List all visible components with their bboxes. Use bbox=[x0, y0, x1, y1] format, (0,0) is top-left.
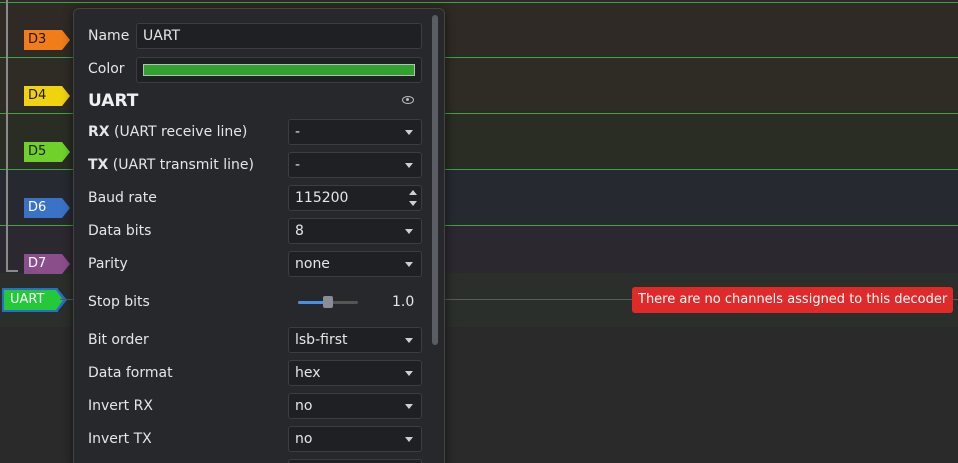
invert-tx-value: no bbox=[295, 431, 313, 447]
tx-select[interactable]: - bbox=[288, 152, 422, 178]
data-bits-label: Data bits bbox=[88, 223, 152, 239]
rx-select-value: - bbox=[295, 124, 301, 140]
data-format-select[interactable]: hex bbox=[288, 360, 422, 386]
invert-tx-label: Invert TX bbox=[88, 431, 152, 447]
channel-tag-label: D5 bbox=[28, 144, 47, 159]
tag-arrow-icon bbox=[62, 142, 70, 162]
channel-tag-d6[interactable]: D6 bbox=[24, 198, 70, 218]
slider-handle[interactable] bbox=[323, 296, 333, 308]
data-bits-value: 8 bbox=[295, 223, 304, 239]
invert-rx-select[interactable]: no bbox=[288, 393, 422, 419]
logic-analyzer-view: D3 D4 D5 D6 D7 UART There are no channel… bbox=[0, 0, 958, 463]
tag-arrow-icon bbox=[62, 198, 70, 218]
bit-order-value: lsb-first bbox=[295, 332, 348, 348]
baud-rate-spinbox[interactable]: 115200 bbox=[288, 185, 422, 211]
bit-order-select[interactable]: lsb-first bbox=[288, 327, 422, 353]
stop-bits-slider[interactable] bbox=[298, 296, 358, 308]
invert-rx-label: Invert RX bbox=[88, 398, 153, 414]
chevron-down-icon bbox=[405, 338, 413, 343]
chevron-down-icon bbox=[405, 404, 413, 409]
channel-tag-d3[interactable]: D3 bbox=[24, 30, 70, 50]
invert-rx-value: no bbox=[295, 398, 313, 414]
stop-bits-value: 1.0 bbox=[392, 294, 415, 310]
chevron-down-icon bbox=[405, 130, 413, 135]
data-bits-select[interactable]: 8 bbox=[288, 218, 422, 244]
name-label: Name bbox=[88, 28, 130, 44]
color-swatch-fill bbox=[143, 64, 415, 76]
color-label: Color bbox=[88, 61, 125, 77]
chevron-down-icon bbox=[405, 437, 413, 442]
parity-select[interactable]: none bbox=[288, 251, 422, 277]
trace-line-d3 bbox=[0, 2, 958, 3]
decoder-section-title: UART bbox=[88, 91, 139, 111]
tag-arrow-icon bbox=[62, 86, 70, 106]
bit-order-label: Bit order bbox=[88, 332, 149, 348]
decoder-tag-label: UART bbox=[10, 292, 45, 307]
data-format-label: Data format bbox=[88, 365, 173, 381]
channel-tag-label: D4 bbox=[28, 88, 47, 103]
parity-label: Parity bbox=[88, 256, 128, 272]
invert-tx-select[interactable]: no bbox=[288, 426, 422, 452]
channel-tag-label: D6 bbox=[28, 200, 47, 215]
spinner-icon[interactable] bbox=[408, 188, 418, 208]
spinner-up-icon bbox=[409, 190, 417, 195]
decoder-error-message: There are no channels assigned to this d… bbox=[632, 287, 954, 313]
rx-label: RX (UART receive line) bbox=[88, 120, 247, 144]
popup-scrollbar[interactable] bbox=[432, 15, 438, 345]
rx-select[interactable]: - bbox=[288, 119, 422, 145]
color-picker-button[interactable] bbox=[136, 57, 422, 83]
tx-label-bold: TX bbox=[88, 157, 109, 173]
tag-arrow-inner bbox=[56, 290, 63, 310]
decoder-settings-popup: Name UART Color UART RX (UART receive li… bbox=[73, 8, 445, 463]
tag-arrow-icon bbox=[62, 254, 70, 274]
channel-tag-d5[interactable]: D5 bbox=[24, 142, 70, 162]
chevron-down-icon bbox=[405, 229, 413, 234]
chevron-down-icon bbox=[405, 371, 413, 376]
spinner-down-icon bbox=[409, 201, 417, 206]
chevron-down-icon bbox=[405, 163, 413, 168]
channel-tag-d7[interactable]: D7 bbox=[24, 254, 70, 274]
stop-bits-label: Stop bits bbox=[88, 294, 150, 310]
channel-tag-label: D3 bbox=[28, 32, 47, 47]
eye-icon[interactable] bbox=[402, 96, 414, 104]
name-input[interactable]: UART bbox=[136, 23, 422, 49]
tx-label-rest: (UART transmit line) bbox=[108, 157, 254, 173]
tx-label: TX (UART transmit line) bbox=[88, 153, 254, 177]
channel-tag-label: D7 bbox=[28, 256, 47, 271]
next-option-select[interactable] bbox=[288, 459, 422, 463]
data-format-value: hex bbox=[295, 365, 321, 381]
decoder-tag-uart[interactable]: UART bbox=[2, 288, 67, 312]
chevron-down-icon bbox=[405, 262, 413, 267]
baud-rate-label: Baud rate bbox=[88, 190, 157, 206]
tag-arrow-icon bbox=[62, 30, 70, 50]
baud-rate-value: 115200 bbox=[295, 190, 349, 206]
tx-select-value: - bbox=[295, 157, 301, 173]
channel-group-bracket bbox=[6, 0, 18, 272]
rx-label-rest: (UART receive line) bbox=[109, 124, 248, 140]
channel-tag-d4[interactable]: D4 bbox=[24, 86, 70, 106]
parity-value: none bbox=[295, 256, 330, 272]
rx-label-bold: RX bbox=[88, 124, 110, 140]
